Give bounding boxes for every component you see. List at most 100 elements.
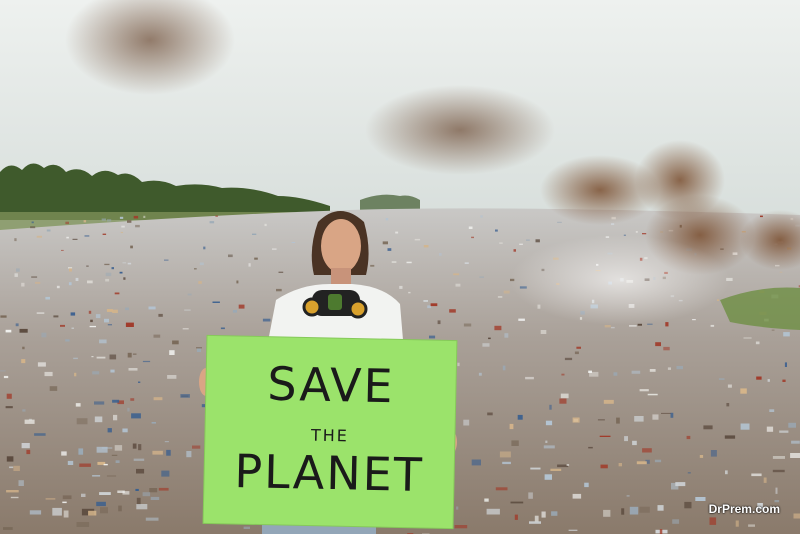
- trash-piece: [36, 312, 45, 314]
- trash-piece: [22, 409, 26, 412]
- trash-piece: [68, 267, 73, 269]
- trash-piece: [236, 280, 239, 284]
- trash-piece: [3, 375, 9, 379]
- trash-piece: [629, 506, 639, 515]
- trash-piece: [710, 450, 717, 457]
- trash-piece: [125, 322, 134, 327]
- trash-piece: [504, 333, 509, 338]
- trash-piece: [94, 401, 105, 405]
- trash-piece: [119, 271, 123, 274]
- trash-piece: [748, 524, 755, 527]
- trash-piece: [652, 414, 659, 420]
- trash-piece: [100, 507, 108, 514]
- trash-piece: [603, 399, 614, 404]
- trash-piece: [635, 231, 638, 233]
- trash-piece: [68, 282, 72, 286]
- trash-piece: [71, 327, 74, 329]
- trash-piece: [123, 277, 126, 280]
- trash-piece: [135, 224, 140, 228]
- trash-piece: [53, 315, 59, 318]
- trash-piece: [99, 339, 107, 344]
- trash-piece: [61, 451, 67, 456]
- trash-piece: [0, 370, 6, 372]
- trash-piece: [488, 337, 491, 340]
- trash-piece: [127, 220, 132, 223]
- trash-piece: [549, 404, 552, 410]
- trash-piece: [518, 318, 525, 321]
- trash-piece: [19, 328, 28, 333]
- trash-piece: [429, 335, 436, 339]
- trash-piece: [24, 419, 35, 424]
- trash-piece: [529, 521, 541, 524]
- trash-piece: [96, 501, 106, 507]
- trash-piece: [663, 346, 670, 351]
- trash-piece: [385, 218, 389, 221]
- trash-piece: [557, 464, 569, 468]
- trash-piece: [67, 460, 74, 465]
- trash-piece: [468, 226, 473, 229]
- watermark: DrPrem.com: [708, 502, 780, 516]
- trash-piece: [610, 326, 615, 329]
- trash-piece: [6, 393, 12, 399]
- trash-piece: [254, 257, 258, 260]
- trash-piece: [484, 498, 489, 502]
- trash-piece: [675, 482, 686, 487]
- trash-piece: [29, 510, 42, 515]
- trash-piece: [89, 325, 96, 328]
- trash-piece: [564, 357, 573, 361]
- trash-piece: [138, 381, 141, 383]
- trash-piece: [676, 365, 683, 370]
- photo-scene: SAVE THE PLANET DrPrem.com: [0, 0, 800, 534]
- trash-piece: [724, 435, 736, 439]
- trash-piece: [534, 515, 539, 522]
- trash-piece: [406, 261, 412, 264]
- trash-piece: [779, 271, 783, 273]
- trash-piece: [463, 323, 472, 327]
- trash-piece: [238, 304, 245, 309]
- trash-piece: [530, 467, 541, 470]
- trash-piece: [588, 446, 593, 449]
- trash-piece: [84, 235, 90, 237]
- trash-piece: [248, 263, 251, 267]
- trash-piece: [158, 313, 163, 317]
- trash-piece: [104, 263, 110, 266]
- trash-piece: [114, 445, 123, 451]
- trash-piece: [111, 267, 114, 270]
- trash-piece: [143, 215, 146, 218]
- trash-piece: [665, 322, 669, 327]
- trash-piece: [526, 239, 530, 241]
- trash-piece: [391, 261, 397, 263]
- trash-piece: [423, 300, 428, 302]
- trash-piece: [788, 422, 796, 428]
- trash-piece: [588, 370, 592, 373]
- trash-piece: [616, 417, 620, 424]
- trash-piece: [203, 246, 206, 250]
- trash-piece: [655, 342, 661, 347]
- trash-piece: [517, 414, 523, 420]
- trash-piece: [142, 360, 151, 363]
- trash-piece: [545, 440, 548, 443]
- trash-piece: [69, 268, 72, 272]
- trash-piece: [112, 399, 120, 403]
- trash-piece: [494, 325, 502, 331]
- trash-piece: [49, 386, 58, 391]
- trash-piece: [148, 306, 156, 310]
- trash-piece: [105, 278, 110, 282]
- trash-piece: [31, 221, 34, 224]
- trash-piece: [153, 334, 161, 338]
- trash-piece: [209, 221, 215, 224]
- trash-piece: [557, 221, 562, 223]
- trash-piece: [172, 340, 179, 345]
- trash-piece: [96, 356, 106, 359]
- trash-piece: [243, 526, 250, 529]
- trash-piece: [751, 473, 762, 477]
- trash-piece: [634, 416, 644, 422]
- trash-piece: [613, 372, 618, 376]
- trash-piece: [603, 509, 611, 517]
- trash-piece: [96, 446, 108, 453]
- trash-piece: [791, 440, 800, 444]
- trash-piece: [130, 398, 135, 401]
- trash-piece: [63, 510, 69, 518]
- trash-piece: [423, 245, 429, 248]
- trash-piece: [21, 282, 25, 287]
